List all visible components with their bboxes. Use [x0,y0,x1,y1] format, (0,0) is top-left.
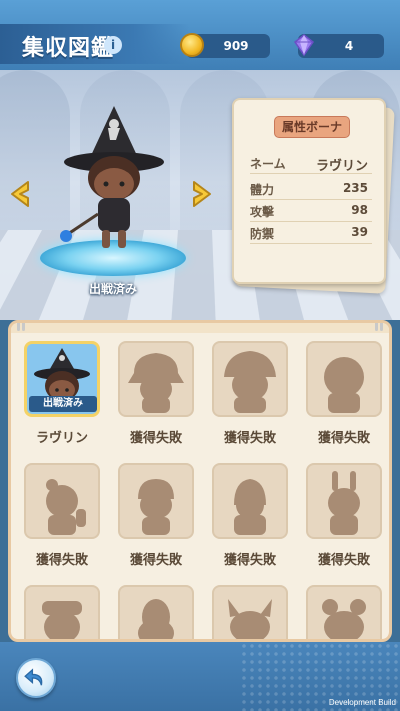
header-bar: 集収図鑑 i 909 4 [0,0,400,70]
tile-label: 獲得失敗 [223,553,276,568]
deployed-badge: 出戦済み [29,396,97,412]
gold-counter: 909 [180,33,270,58]
collection-tile[interactable]: 出戦済み [24,341,100,417]
locked-silhouette-icon [42,601,82,639]
tile-label: 獲得失敗 [129,431,182,446]
collection-tile[interactable] [212,463,288,539]
tile-label: 獲得失敗 [223,431,276,446]
collection-tile[interactable] [306,463,382,539]
stat-value: 235 [342,181,368,195]
collection-tile[interactable] [118,341,194,417]
chevron-left-icon[interactable] [6,178,38,210]
collection-tile[interactable] [118,585,194,639]
collection-tile[interactable] [306,585,382,639]
stat-value: ラヴリン [315,159,368,174]
panel-header-strip [11,323,389,333]
stat-row-hp: 體力 235 [250,178,372,200]
collection-tile[interactable] [24,585,100,639]
stats-card: 属性ボーナ ネーム ラヴリン 體力 235 攻擊 98 防禦 39 [232,98,386,284]
back-arrow-icon [24,668,43,686]
stat-key: 體力 [250,183,275,197]
stat-row-name: ネーム ラヴリン [250,152,372,174]
attribute-bonus-chip: 属性ボーナ [274,116,350,138]
tile-label: 獲得失敗 [35,553,88,568]
collection-tile[interactable] [212,585,288,639]
clip-icon [17,323,25,331]
collection-panel[interactable]: 出戦済み ラヴリン 獲得失敗 獲得失敗 獲得失敗 獲得失敗 獲得失敗 獲得失敗 … [8,320,392,642]
character-model-lavrin [60,106,164,248]
locked-silhouette-icon [328,471,360,535]
locked-silhouette-icon [46,479,86,535]
locked-silhouette-icon [138,599,174,639]
locked-silhouette-icon [138,479,174,535]
footer-bar: Development Build [0,642,400,711]
tile-label: 獲得失敗 [129,553,182,568]
locked-silhouette-icon [324,357,364,413]
coin-icon [180,33,204,57]
development-build-label: Development Build [328,698,396,707]
stat-value: 39 [351,225,368,239]
collection-tile[interactable] [306,341,382,417]
tile-label: ラヴリン [35,431,88,446]
info-icon[interactable]: i [104,36,122,54]
clip-icon [375,323,383,331]
locked-silhouette-icon [228,599,272,639]
back-button[interactable] [16,658,56,698]
tile-label: 獲得失敗 [317,431,370,446]
stat-key: ネーム [250,157,286,171]
stat-key: 防禦 [250,227,275,241]
gem-counter: 4 [293,34,384,58]
collection-tile[interactable] [212,341,288,417]
stat-row-attack: 攻擊 98 [250,200,372,222]
stat-key: 攻擊 [250,205,275,219]
gem-icon [293,34,315,57]
deployed-status-label: 出戦済み [88,282,137,296]
stat-value: 98 [351,203,368,217]
collection-tile[interactable] [24,463,100,539]
locked-silhouette-icon [322,599,366,639]
locked-silhouette-icon [234,479,266,535]
locked-silhouette-icon [128,353,184,413]
tile-label: 獲得失敗 [317,553,370,568]
chevron-right-icon[interactable] [184,178,216,210]
page-title: 集収図鑑 [22,36,115,61]
stat-row-defense: 防禦 39 [250,222,372,244]
locked-silhouette-icon [224,351,276,413]
collection-tile[interactable] [118,463,194,539]
